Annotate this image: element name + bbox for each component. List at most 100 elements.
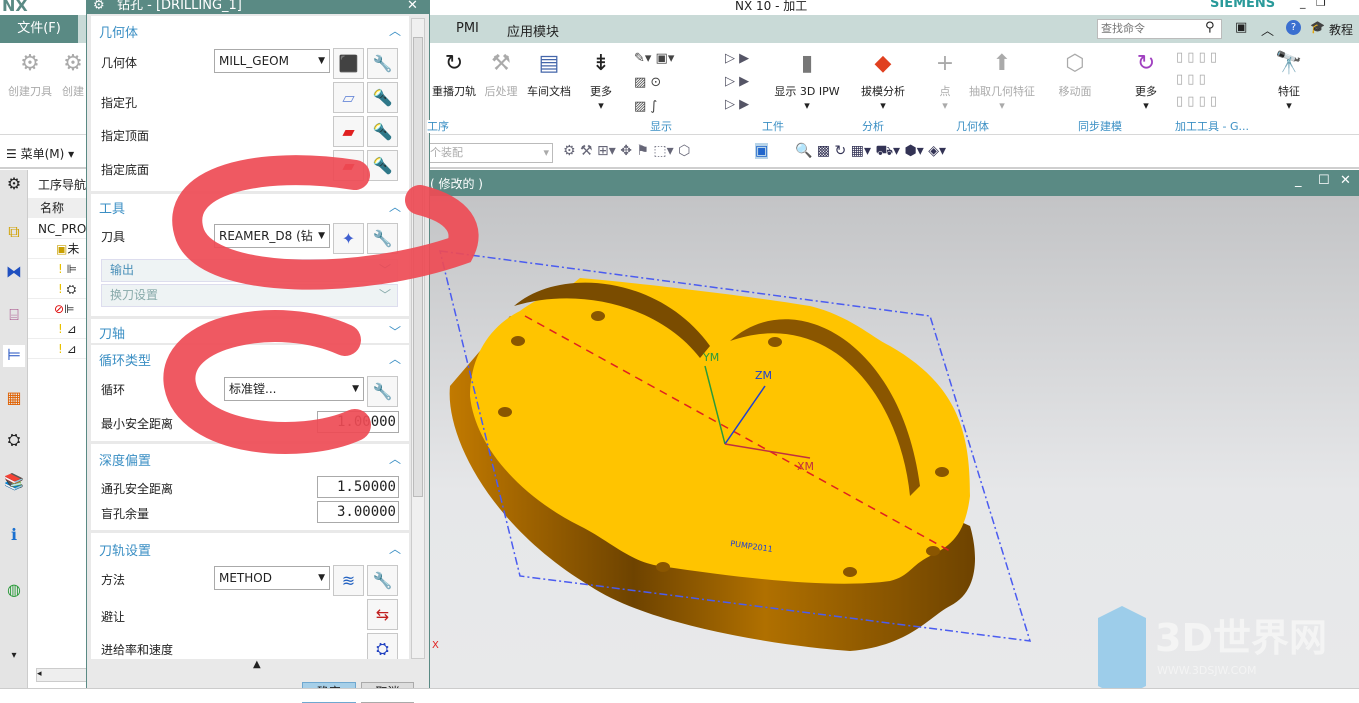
dialog-close-button[interactable]: ✕ bbox=[407, 0, 418, 12]
more-button-2[interactable]: ↻ 更多 ▾ bbox=[1128, 49, 1164, 112]
edit-tool-button[interactable]: 🔧 bbox=[367, 223, 398, 254]
toolbar-cube-icon[interactable]: ▣ bbox=[755, 143, 769, 159]
move-face-button[interactable]: ⬡ 移动面 bbox=[1055, 49, 1095, 99]
display-tools[interactable]: ✎▾ ▣▾ ▨ ⊙ ▨ ∫ bbox=[634, 47, 674, 119]
through-hole-clearance-input[interactable]: 1.50000 bbox=[317, 476, 399, 498]
web-doc-icon[interactable]: ◍ bbox=[3, 580, 25, 602]
scrollbar-thumb[interactable] bbox=[413, 37, 423, 497]
graphics-viewport[interactable]: YM ZM XM PUMP2011 X 3D世界网 WWW.3DSJW.COM bbox=[430, 196, 1359, 688]
search-icon[interactable]: ⚲ bbox=[1205, 20, 1215, 35]
nav-hscrollbar[interactable]: ◂ bbox=[36, 668, 88, 682]
specify-bottom-button[interactable]: ▰ bbox=[333, 150, 364, 181]
section-title[interactable]: 工具 bbox=[99, 198, 125, 217]
output-subsection[interactable]: 输出 ﹀ bbox=[101, 259, 398, 282]
geometry-view-icon[interactable]: ⧉ bbox=[3, 222, 25, 244]
tab-applications[interactable]: 应用模块 bbox=[507, 21, 559, 40]
section-title[interactable]: 深度偏置 bbox=[99, 450, 151, 469]
nav-row-op1[interactable]: ! ⊫ bbox=[28, 259, 88, 279]
feeds-speeds-button[interactable]: ⛭ bbox=[367, 633, 398, 659]
method-select[interactable]: METHOD ▼ bbox=[214, 566, 330, 590]
avoidance-button[interactable]: ⇆ bbox=[367, 599, 398, 630]
dialog-body: 几何体 ︿ 几何体 MILL_GEOM ▼ ⬛ 🔧 指定孔 ▱ 🔦 指定顶面 ▰ 🔦… bbox=[91, 16, 409, 659]
toolbar-icons-2[interactable]: 🔍 ▩ ↻ ▦▾ ⛟▾ ⬢▾ ◈▾ bbox=[795, 143, 946, 161]
edit-method-button[interactable]: 🔧 bbox=[367, 565, 398, 596]
tutorial-link[interactable]: 教程 bbox=[1329, 21, 1353, 38]
info-icon[interactable]: ℹ bbox=[3, 525, 25, 547]
new-tool-button[interactable]: ✦ bbox=[333, 223, 364, 254]
blind-hole-stock-input[interactable]: 3.00000 bbox=[317, 501, 399, 523]
cycle-select[interactable]: 标准镗... ▼ bbox=[224, 377, 364, 401]
create-tool-button[interactable]: ⚙ 创建刀具 bbox=[5, 49, 55, 99]
tab-pmi[interactable]: PMI bbox=[456, 21, 479, 36]
dialog-gear-icon: ⚙ bbox=[93, 0, 105, 13]
nav-row-unused[interactable]: ▣未 bbox=[28, 239, 88, 259]
collapse-icon[interactable]: ︿ bbox=[389, 540, 401, 557]
viewport-maximize[interactable]: ☐ bbox=[1318, 173, 1330, 188]
tutorial-icon[interactable]: 🎓 bbox=[1310, 20, 1325, 34]
replay-toolpath-button[interactable]: ↻ 重播刀轨 bbox=[430, 49, 478, 99]
postprocess-button[interactable]: ⚒ 后处理 bbox=[480, 49, 522, 99]
fullscreen-icon[interactable]: ▣ bbox=[1235, 20, 1247, 35]
tool-change-subsection[interactable]: 换刀设置 ﹀ bbox=[101, 284, 398, 307]
section-title[interactable]: 几何体 bbox=[99, 22, 138, 41]
minimize-button[interactable]: _ bbox=[1300, 0, 1306, 9]
machine-icon[interactable]: ⛭ bbox=[3, 430, 25, 452]
workpiece-tools[interactable]: ▷ ▶ ▷ ▶ ▷ ▶ bbox=[725, 47, 749, 116]
min-clearance-input[interactable]: 1.00000 bbox=[317, 411, 399, 433]
settings-icon[interactable]: ⚙ bbox=[3, 174, 25, 196]
display-bottom-button[interactable]: 🔦 bbox=[367, 150, 398, 181]
collapse-icon[interactable]: ︿ bbox=[389, 198, 401, 215]
shop-doc-button[interactable]: ▤ 车间文档 bbox=[524, 49, 574, 99]
collapse-icon[interactable]: ︿ bbox=[389, 450, 401, 467]
machining-tools[interactable]: ▯ ▯ ▯ ▯ ▯ ▯ ▯ ▯ ▯ ▯ ▯ bbox=[1176, 47, 1217, 113]
table-icon[interactable]: ▦ bbox=[3, 388, 25, 410]
assembly-select[interactable]: 个装配 ▾ bbox=[426, 143, 553, 163]
show-3d-ipw-button[interactable]: ▮ 显示 3D IPW ▾ bbox=[773, 49, 841, 112]
program-view-icon[interactable]: ⊨ bbox=[3, 345, 25, 367]
display-top-button[interactable]: 🔦 bbox=[367, 116, 398, 147]
more-button-1[interactable]: ⇟ 更多 ▾ bbox=[584, 49, 618, 112]
nav-row-op2[interactable]: ! ⛭ bbox=[28, 279, 88, 299]
column-header-name[interactable]: 名称 bbox=[28, 198, 88, 218]
nav-row-op3[interactable]: ⊘⊫ bbox=[28, 299, 88, 319]
viewport-close[interactable]: ✕ bbox=[1340, 173, 1351, 188]
section-tool-axis[interactable]: 刀轴 ﹀ bbox=[91, 319, 409, 343]
new-geometry-button[interactable]: ⬛ bbox=[333, 48, 364, 79]
specify-top-button[interactable]: ▰ bbox=[333, 116, 364, 147]
collapse-icon[interactable]: ︿ bbox=[389, 22, 401, 39]
menu-button[interactable]: ☰ 菜单(M) ▾ bbox=[6, 145, 74, 162]
create-button[interactable]: ⚙ 创建 bbox=[58, 49, 88, 99]
help-icon[interactable]: ? bbox=[1286, 20, 1301, 35]
machine-view-icon[interactable]: ⧓ bbox=[3, 262, 25, 284]
file-menu[interactable]: 文件(F) bbox=[0, 15, 78, 43]
point-button[interactable]: + 点 ▾ bbox=[930, 49, 960, 112]
specify-holes-button[interactable]: ▱ bbox=[333, 82, 364, 113]
section-title[interactable]: 刀轴 bbox=[99, 323, 125, 342]
display-holes-button[interactable]: 🔦 bbox=[367, 82, 398, 113]
restore-button[interactable]: ❐ bbox=[1316, 0, 1326, 9]
section-title[interactable]: 刀轨设置 bbox=[99, 540, 151, 559]
collapse-dialog-icon[interactable]: ▲ bbox=[253, 659, 261, 670]
library-icon[interactable]: 📚 bbox=[3, 472, 25, 494]
nav-root[interactable]: NC_PROGRAM bbox=[28, 219, 88, 239]
extract-geometry-button[interactable]: ⬆ 抽取几何特征 ▾ bbox=[966, 49, 1038, 112]
toolbar-icons-1[interactable]: ⚙ ⚒ ⊞▾ ✥ ⚑ ⬚▾ ⬡ bbox=[563, 143, 690, 159]
collapse-icon[interactable]: ︿ bbox=[389, 350, 401, 367]
edit-cycle-button[interactable]: 🔧 bbox=[367, 376, 398, 407]
dialog-scrollbar[interactable] bbox=[411, 18, 425, 659]
tool-select[interactable]: REAMER_D8 (钻 ▼ bbox=[214, 224, 330, 248]
viewport-minimize[interactable]: _ bbox=[1295, 173, 1302, 188]
draft-analysis-button[interactable]: ◆ 拔模分析 ▾ bbox=[858, 49, 908, 112]
command-search-input[interactable] bbox=[1097, 19, 1222, 39]
expand-icon[interactable]: ﹀ bbox=[389, 323, 401, 340]
new-method-button[interactable]: ≋ bbox=[333, 565, 364, 596]
nav-row-op4[interactable]: ! ⊿ bbox=[28, 319, 88, 339]
nav-row-op5[interactable]: ! ⊿ bbox=[28, 339, 88, 359]
method-view-icon[interactable]: ⌸ bbox=[3, 305, 25, 327]
collapse-ribbon-icon[interactable]: ︿ bbox=[1261, 20, 1274, 39]
scroll-down-icon[interactable]: ▾ bbox=[3, 650, 25, 672]
geometry-select[interactable]: MILL_GEOM ▼ bbox=[214, 49, 330, 73]
edit-geometry-button[interactable]: 🔧 bbox=[367, 48, 398, 79]
section-title[interactable]: 循环类型 bbox=[99, 350, 151, 369]
feature-button[interactable]: 🔭 特征 ▾ bbox=[1272, 49, 1306, 112]
